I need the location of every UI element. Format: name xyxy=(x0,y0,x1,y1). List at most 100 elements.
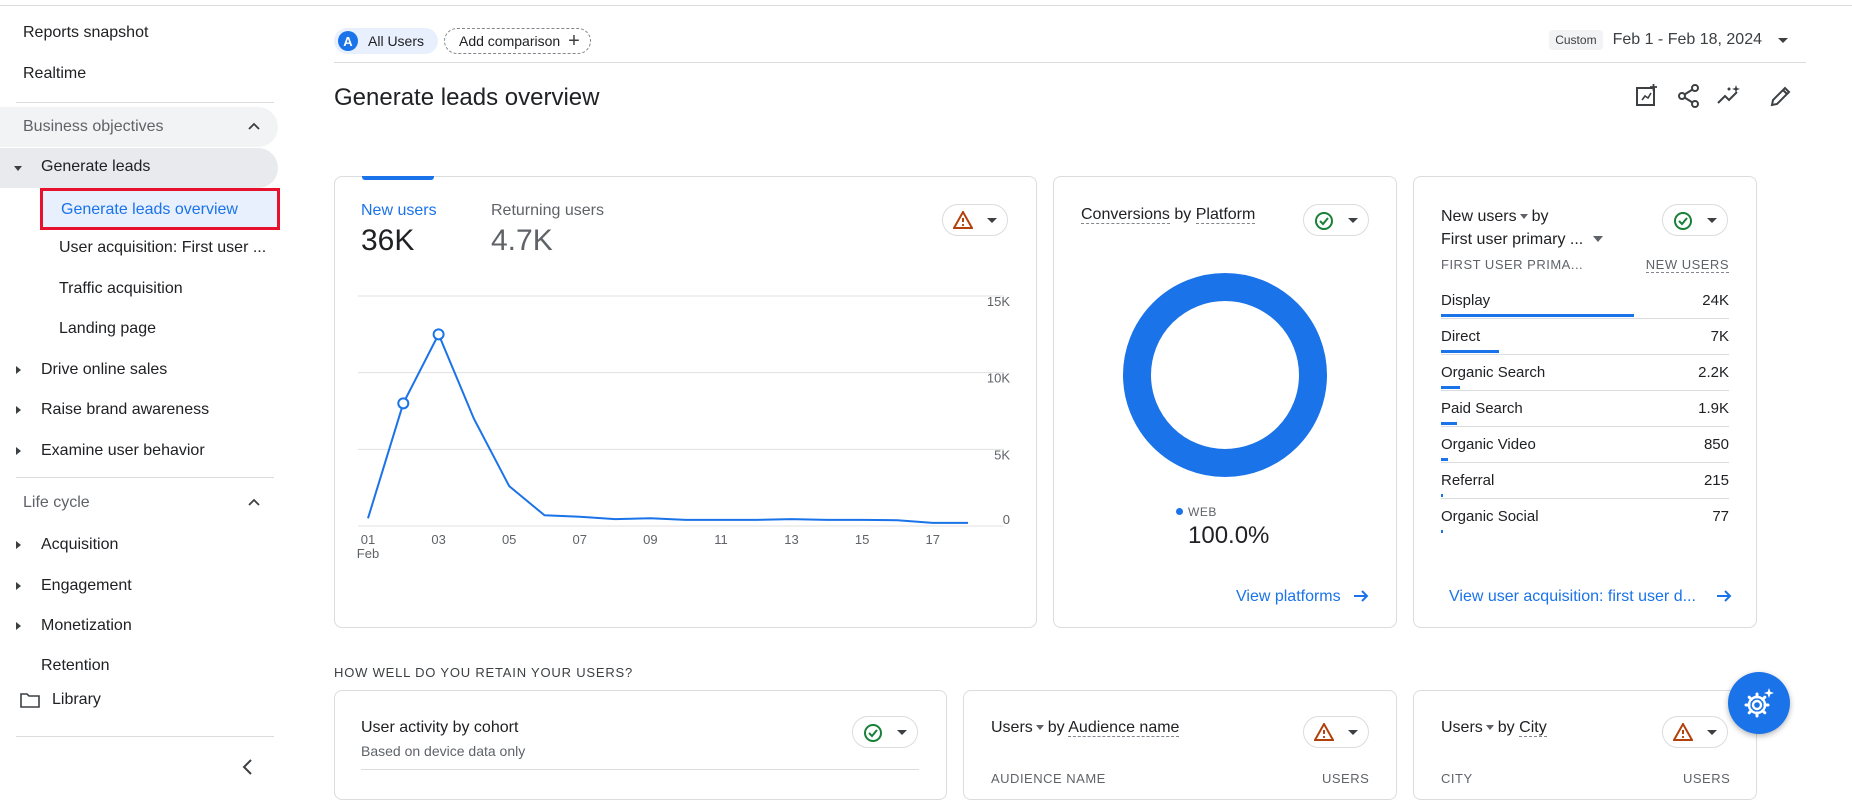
data-point[interactable] xyxy=(397,397,410,410)
sidebar-item-acquisition[interactable]: Acquisition xyxy=(41,536,118,554)
title-line-1: New users by xyxy=(1441,205,1603,228)
check-circle-icon xyxy=(1315,212,1333,230)
column-header-dimension[interactable]: FIRST USER PRIMA... xyxy=(1441,257,1583,272)
chevron-up-icon xyxy=(248,498,260,506)
warning-icon xyxy=(953,211,973,229)
data-point[interactable] xyxy=(432,328,445,341)
title-by: by xyxy=(1531,208,1549,225)
sidebar-item-engagement[interactable]: Engagement xyxy=(41,577,132,595)
data-quality-ok-button[interactable] xyxy=(852,716,918,748)
sidebar-item-user-acquisition[interactable]: User acquisition: First user ... xyxy=(59,239,266,257)
title-metric[interactable]: Conversions xyxy=(1081,206,1170,224)
collapse-sidebar-icon[interactable] xyxy=(240,758,256,776)
city-card-title: Users by City xyxy=(1441,719,1547,737)
date-range-picker[interactable]: Custom Feb 1 - Feb 18, 2024 xyxy=(1549,30,1788,50)
chevron-down-icon xyxy=(1778,37,1788,43)
sidebar-item-generate-leads-overview[interactable]: Generate leads overview xyxy=(40,188,280,230)
sidebar-item-examine-user-behavior[interactable]: Examine user behavior xyxy=(41,442,205,460)
y-tick-label: 5K xyxy=(994,447,1010,462)
title-dimension[interactable]: First user primary ... xyxy=(1441,231,1583,248)
legend-dot-icon xyxy=(1176,508,1183,515)
arrow-right-icon xyxy=(1354,590,1369,602)
row-divider xyxy=(1441,426,1729,427)
view-user-acquisition-link[interactable]: View user acquisition: first user d... xyxy=(1449,588,1732,606)
title-dimension[interactable]: City xyxy=(1519,719,1547,737)
share-icon[interactable] xyxy=(1675,82,1703,110)
settings-sparkle-button[interactable] xyxy=(1728,672,1790,734)
sidebar-item-traffic-acquisition[interactable]: Traffic acquisition xyxy=(59,280,183,298)
edit-icon[interactable] xyxy=(1767,82,1795,110)
customize-report-icon[interactable] xyxy=(1633,82,1661,110)
warning-icon xyxy=(1314,723,1334,741)
title-metric[interactable]: Users xyxy=(991,719,1033,736)
caret-down-icon xyxy=(1519,214,1528,219)
title-dimension[interactable]: Platform xyxy=(1195,206,1256,224)
row-dimension: Direct xyxy=(1441,328,1481,345)
donut-slice[interactable] xyxy=(1123,273,1327,477)
view-platforms-link[interactable]: View platforms xyxy=(1236,588,1369,606)
tab-returning-users[interactable]: Returning users xyxy=(491,202,604,220)
row-dimension: Paid Search xyxy=(1441,400,1523,417)
sidebar-item-retention[interactable]: Retention xyxy=(41,657,110,675)
arrow-right-icon xyxy=(1717,590,1732,602)
row-dimension: Organic Search xyxy=(1441,364,1546,381)
table-row[interactable]: Organic Search 2.2K xyxy=(1441,364,1729,400)
table-row[interactable]: Organic Video 850 xyxy=(1441,436,1729,472)
row-divider xyxy=(1441,462,1729,463)
all-users-chip[interactable]: A All Users xyxy=(334,28,439,54)
table-row[interactable]: Display 24K xyxy=(1441,292,1729,328)
table-row[interactable]: Paid Search 1.9K xyxy=(1441,400,1729,436)
tab-new-users[interactable]: New users xyxy=(361,202,437,220)
table-row[interactable]: Organic Social 77 xyxy=(1441,508,1729,544)
sidebar-item-landing-page[interactable]: Landing page xyxy=(59,320,156,338)
sidebar-item-monetization[interactable]: Monetization xyxy=(41,617,132,635)
x-tick-label: 07 xyxy=(573,532,587,547)
date-custom-tag: Custom xyxy=(1549,30,1603,50)
row-divider xyxy=(1441,318,1729,319)
sidebar-item-library[interactable]: Library xyxy=(52,691,101,709)
chevron-down-icon xyxy=(987,218,997,223)
title-metric[interactable]: Users xyxy=(1441,719,1483,736)
section-business-objectives[interactable]: Business objectives xyxy=(0,107,278,147)
data-quality-warning-button[interactable] xyxy=(1662,716,1728,748)
section-life-cycle[interactable]: Life cycle xyxy=(0,483,278,523)
column-header-new-users[interactable]: NEW USERS xyxy=(1645,257,1729,273)
chevron-down-icon xyxy=(1707,730,1717,735)
warning-icon xyxy=(1673,723,1693,741)
row-value: 7K xyxy=(1710,328,1729,345)
x-tick-label: 11 xyxy=(714,532,728,547)
sidebar-item-realtime[interactable]: Realtime xyxy=(23,65,86,83)
cohort-card-subtitle: Based on device data only xyxy=(361,743,526,759)
row-dimension: Organic Social xyxy=(1441,508,1539,525)
title-by: by xyxy=(1174,206,1192,223)
sidebar: Reports snapshot Realtime Business objec… xyxy=(0,0,290,784)
title-dimension[interactable]: Audience name xyxy=(1068,719,1180,737)
data-quality-warning-button[interactable] xyxy=(942,204,1008,236)
row-share-bar xyxy=(1441,350,1499,353)
title-by: by xyxy=(1047,719,1065,736)
caret-right-icon xyxy=(16,541,21,549)
chevron-down-icon xyxy=(1348,730,1358,735)
add-comparison-button[interactable]: Add comparison + xyxy=(444,28,591,54)
title-metric[interactable]: New users xyxy=(1441,208,1517,225)
insights-icon[interactable] xyxy=(1715,82,1743,110)
segment-avatar: A xyxy=(338,31,358,51)
title-by: by xyxy=(1497,719,1515,736)
sidebar-item-drive-online-sales[interactable]: Drive online sales xyxy=(41,361,167,379)
table-row[interactable]: Direct 7K xyxy=(1441,328,1729,364)
row-divider xyxy=(1441,390,1729,391)
returning-users-value: 4.7K xyxy=(491,224,553,257)
data-quality-ok-button[interactable] xyxy=(1303,204,1369,236)
row-share-bar xyxy=(1441,314,1634,317)
y-tick-label: 15K xyxy=(987,294,1010,309)
sidebar-item-raise-brand-awareness[interactable]: Raise brand awareness xyxy=(41,401,209,419)
toolbar-divider xyxy=(334,62,1806,63)
date-range-text: Feb 1 - Feb 18, 2024 xyxy=(1612,31,1762,48)
sidebar-item-label: Generate leads overview xyxy=(61,201,238,218)
caret-right-icon xyxy=(16,447,21,455)
data-quality-warning-button[interactable] xyxy=(1303,716,1369,748)
data-quality-ok-button[interactable] xyxy=(1662,204,1728,236)
sidebar-item-reports-snapshot[interactable]: Reports snapshot xyxy=(23,24,148,42)
cohort-divider xyxy=(361,769,919,770)
table-row[interactable]: Referral 215 xyxy=(1441,472,1729,508)
